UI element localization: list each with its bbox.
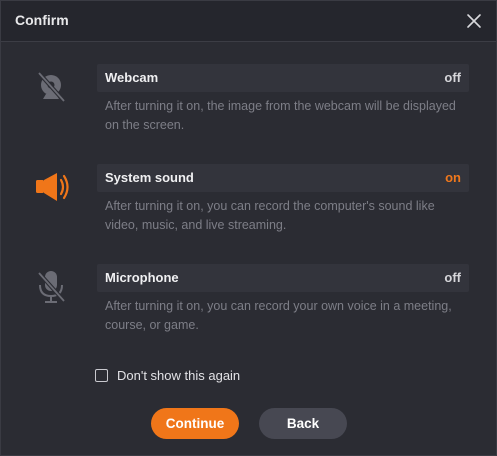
microphone-off-icon [29,265,73,309]
speaker-on-icon [30,165,74,209]
close-icon [464,11,484,31]
option-bar-microphone: Microphone off [97,264,469,292]
webcam-toggle[interactable]: off [444,70,461,85]
dont-show-again-label[interactable]: Don't show this again [117,368,240,383]
dont-show-again-checkbox[interactable] [95,369,108,382]
option-label-system-sound: System sound [105,170,194,185]
confirm-dialog: Confirm Webcam off After turning it on, … [0,0,497,456]
option-desc-system-sound: After turning it on, you can record the … [105,199,435,232]
system-sound-toggle[interactable]: on [445,170,461,185]
microphone-toggle[interactable]: off [444,270,461,285]
title-bar: Confirm [1,1,496,42]
option-desc-microphone: After turning it on, you can record your… [105,299,452,332]
webcam-off-icon [29,65,73,109]
back-button[interactable]: Back [259,408,347,439]
option-label-microphone: Microphone [105,270,179,285]
option-bar-webcam: Webcam off [97,64,469,92]
option-bar-system-sound: System sound on [97,164,469,192]
option-desc-webcam: After turning it on, the image from the … [105,99,456,132]
continue-button[interactable]: Continue [151,408,239,439]
dialog-title: Confirm [15,12,69,28]
option-label-webcam: Webcam [105,70,159,85]
close-button[interactable] [464,11,484,31]
